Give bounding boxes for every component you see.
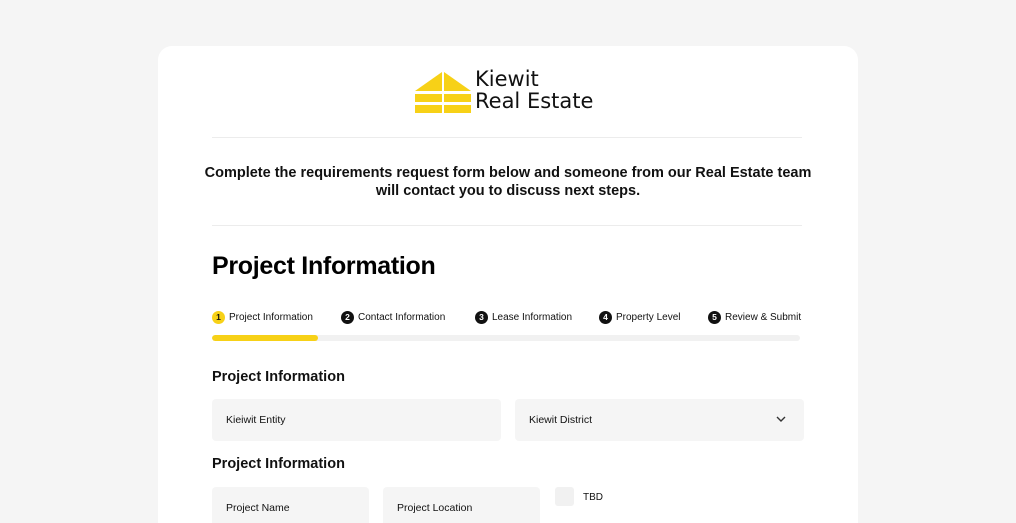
- step-number-badge: 1: [212, 310, 225, 324]
- kiewit-logo-icon: [415, 72, 471, 113]
- section-title-project-information: Project Information: [212, 369, 345, 385]
- step-contact-information[interactable]: 2 Contact Information: [341, 309, 445, 325]
- form-card: Kiewit Real Estate Complete the requirem…: [158, 46, 858, 523]
- step-property-level[interactable]: 4 Property Level: [599, 309, 680, 325]
- step-lease-information[interactable]: 3 Lease Information: [475, 309, 572, 325]
- page-title: Project Information: [212, 252, 436, 280]
- logo-line-1: Kiewit: [475, 67, 539, 91]
- step-label: Lease Information: [492, 311, 573, 323]
- logo-line-2: Real Estate: [475, 89, 594, 113]
- step-project-information[interactable]: 1 Project Information: [212, 309, 313, 325]
- kiewit-district-selected-value: Kiewit District: [529, 414, 593, 426]
- top-divider: [212, 137, 802, 138]
- step-number-badge: 4: [599, 310, 612, 324]
- kiewit-real-estate-logo: Kiewit Real Estate: [415, 68, 605, 116]
- step-number-badge: 5: [708, 310, 721, 324]
- step-label: Review & Submit: [725, 311, 802, 323]
- progress-bar-fill: [212, 335, 318, 341]
- intro-text: Complete the requirements request form b…: [204, 165, 812, 199]
- tbd-checkbox[interactable]: [555, 487, 574, 506]
- step-review-submit[interactable]: 5 Review & Submit: [708, 309, 801, 325]
- progress-bar: [212, 335, 800, 341]
- project-location-input[interactable]: [383, 487, 540, 523]
- step-number-badge: 2: [341, 310, 354, 324]
- kiewit-entity-input[interactable]: [212, 399, 501, 441]
- tbd-checkbox-label: TBD: [583, 492, 603, 503]
- step-label: Property Level: [616, 311, 681, 323]
- intro-divider: [212, 225, 802, 226]
- chevron-down-icon: [776, 416, 786, 422]
- step-label: Contact Information: [358, 311, 446, 323]
- step-label: Project Information: [229, 311, 313, 323]
- project-name-input[interactable]: [212, 487, 369, 523]
- step-indicator: 1 Project Information 2 Contact Informat…: [212, 309, 802, 325]
- section-title-project-information-2: Project Information: [212, 456, 345, 472]
- logo-wordmark: Kiewit Real Estate: [475, 68, 593, 112]
- step-number-badge: 3: [475, 310, 488, 324]
- kiewit-district-select[interactable]: Kiewit District: [515, 399, 804, 441]
